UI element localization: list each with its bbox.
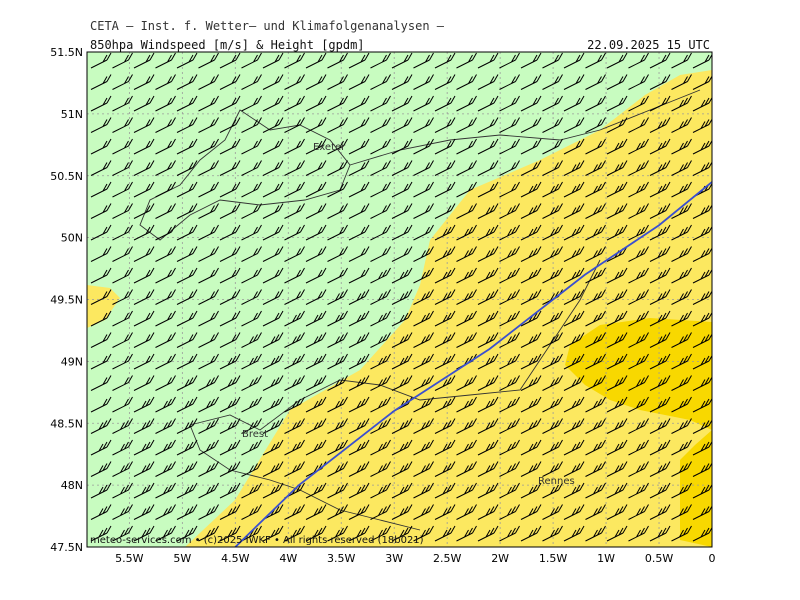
lat-tick-label: 49N xyxy=(61,355,83,368)
wind-barb xyxy=(715,161,735,176)
wind-barb xyxy=(715,311,735,326)
wind-barb xyxy=(715,53,735,68)
wind-barb xyxy=(715,354,735,369)
wind-barb xyxy=(715,268,735,283)
lat-tick-label: 48N xyxy=(61,479,83,492)
lat-tick-label: 47.5N xyxy=(50,541,83,554)
lat-tick-label: 51.5N xyxy=(50,46,83,59)
wind-barb xyxy=(715,333,735,348)
wind-barb xyxy=(715,376,735,391)
lon-tick-label: 3W xyxy=(385,552,403,565)
lat-tick-label: 48.5N xyxy=(50,417,83,430)
wind-barb xyxy=(715,462,735,477)
weather-map: Exeter Brest Rennes 51.5N 51N 50.5N 50N 49.5… xyxy=(50,46,735,565)
lon-tick-label: 3.5W xyxy=(327,552,355,565)
lon-tick-label: 2W xyxy=(491,552,509,565)
wind-barb xyxy=(715,182,735,197)
wind-barb xyxy=(715,139,735,154)
wind-barb xyxy=(715,225,735,240)
wind-barb xyxy=(414,548,434,563)
lon-tick-label: 0 xyxy=(709,552,716,565)
lon-tick-label: 1W xyxy=(597,552,615,565)
lon-tick-label: 5.5W xyxy=(115,552,143,565)
wind-barb xyxy=(715,419,735,434)
wind-barb xyxy=(91,548,111,563)
lon-tick-label: 0.5W xyxy=(645,552,673,565)
wind-barb xyxy=(715,118,735,133)
wind-barb xyxy=(715,440,735,455)
wind-barb xyxy=(715,247,735,262)
lat-tick-label: 50N xyxy=(61,232,83,245)
wind-barb xyxy=(199,548,219,563)
city-label-brest: Brest xyxy=(242,429,268,440)
city-label-rennes: Rennes xyxy=(538,476,575,487)
city-label-exeter: Exeter xyxy=(313,142,346,153)
lon-tick-label: 2.5W xyxy=(433,552,461,565)
wind-barb xyxy=(715,548,735,563)
wind-barb xyxy=(715,526,735,541)
wind-barb xyxy=(715,290,735,305)
lat-tick-label: 49.5N xyxy=(50,294,83,307)
lon-tick-label: 1.5W xyxy=(539,552,567,565)
lon-tick-label: 5W xyxy=(173,552,191,565)
wind-barb xyxy=(715,96,735,111)
wind-barb xyxy=(715,483,735,498)
lat-tick-label: 50.5N xyxy=(50,170,83,183)
wind-barb xyxy=(715,204,735,219)
wind-barb xyxy=(306,548,326,563)
lon-tick-label: 4.5W xyxy=(221,552,249,565)
lat-tick-label: 51N xyxy=(61,108,83,121)
lon-tick-label: 4W xyxy=(279,552,297,565)
wind-barb xyxy=(715,505,735,520)
wind-barb xyxy=(715,75,735,90)
wind-barb xyxy=(672,548,692,563)
copyright-footer: meteo-services.com • (c)2025 IWKF • All … xyxy=(90,535,424,546)
wind-barb xyxy=(715,397,735,412)
